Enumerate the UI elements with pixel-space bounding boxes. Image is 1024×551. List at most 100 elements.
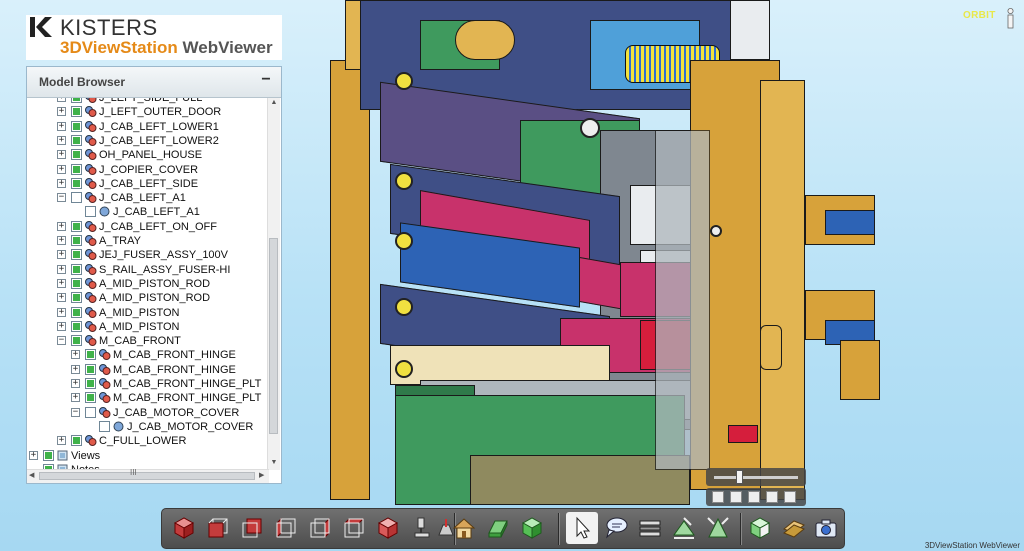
visibility-checkbox[interactable]: [71, 163, 82, 175]
tree-item[interactable]: + M_CAB_FRONT_HINGE: [27, 363, 269, 377]
view-back-button[interactable]: [236, 512, 268, 544]
collapse-node-icon[interactable]: −: [57, 336, 66, 346]
visibility-checkbox[interactable]: [71, 220, 82, 232]
visibility-checkbox[interactable]: [71, 435, 82, 447]
tree-item[interactable]: + M_CAB_FRONT_HINGE_PLT: [27, 377, 269, 391]
visibility-checkbox[interactable]: [71, 249, 82, 261]
expand-node-icon[interactable]: +: [57, 121, 66, 131]
visibility-checkbox[interactable]: [71, 292, 82, 304]
tree-item[interactable]: + A_MID_PISTON_ROD: [27, 291, 269, 305]
tree-item[interactable]: + S_RAIL_ASSY_FUSER-HI: [27, 263, 269, 277]
tree-item[interactable]: + A_TRAY: [27, 234, 269, 248]
zoom-preset-5[interactable]: [784, 491, 796, 503]
visibility-checkbox[interactable]: [71, 120, 82, 132]
tree-item[interactable]: + J_CAB_LEFT_SIDE: [27, 177, 269, 191]
expand-node-icon[interactable]: +: [57, 293, 66, 303]
expand-node-icon[interactable]: +: [57, 307, 66, 317]
zoom-control[interactable]: [706, 468, 806, 508]
view-right-button[interactable]: [304, 512, 336, 544]
expand-node-icon[interactable]: +: [57, 178, 66, 188]
expand-node-icon[interactable]: +: [57, 221, 66, 231]
expand-node-icon[interactable]: +: [57, 164, 66, 174]
expand-node-icon[interactable]: +: [57, 107, 66, 117]
tree-item[interactable]: + C_FULL_LOWER: [27, 434, 269, 448]
home-view-button[interactable]: [448, 512, 480, 544]
visibility-checkbox[interactable]: [71, 149, 82, 161]
render-mode-button[interactable]: [516, 512, 548, 544]
tree-item[interactable]: + M_CAB_FRONT_HINGE: [27, 348, 269, 362]
view-left-button[interactable]: [270, 512, 302, 544]
tree-item[interactable]: + OH_PANEL_HOUSE: [27, 148, 269, 162]
tree-item[interactable]: + M_CAB_FRONT_HINGE_PLT: [27, 391, 269, 405]
snapshot-button[interactable]: [810, 512, 842, 544]
info-icon[interactable]: [1004, 8, 1017, 30]
tree-item[interactable]: + J_CAB_LEFT_ON_OFF: [27, 220, 269, 234]
view-bottom-button[interactable]: [372, 512, 404, 544]
tree-item[interactable]: + J_LEFT_OUTER_DOOR: [27, 105, 269, 119]
vertical-scroll-thumb[interactable]: [269, 238, 278, 434]
explode-button[interactable]: [702, 512, 734, 544]
expand-node-icon[interactable]: +: [57, 436, 66, 446]
section-button[interactable]: [634, 512, 666, 544]
scroll-right-arrow-icon[interactable]: ▶: [259, 471, 264, 479]
expand-node-icon[interactable]: +: [57, 278, 66, 288]
tree-item[interactable]: + JEJ_FUSER_ASSY_100V: [27, 248, 269, 262]
expand-node-icon[interactable]: +: [57, 150, 66, 160]
visibility-checkbox[interactable]: [71, 277, 82, 289]
visibility-checkbox[interactable]: [71, 235, 82, 246]
horizontal-scroll-thumb[interactable]: [39, 472, 255, 480]
tree-item[interactable]: + A_MID_PISTON: [27, 320, 269, 334]
tree-item[interactable]: + J_COPIER_COVER: [27, 163, 269, 177]
visibility-checkbox[interactable]: [85, 349, 96, 361]
scroll-up-arrow-icon[interactable]: ▲: [269, 98, 279, 108]
visibility-checkbox[interactable]: [85, 363, 96, 375]
expand-node-icon[interactable]: +: [71, 364, 80, 374]
visibility-checkbox[interactable]: [71, 335, 82, 347]
visibility-checkbox[interactable]: [71, 320, 82, 332]
visibility-checkbox[interactable]: [43, 449, 54, 461]
scroll-down-arrow-icon[interactable]: ▼: [269, 458, 279, 468]
visibility-checkbox[interactable]: [85, 406, 96, 418]
tree-item[interactable]: + A_MID_PISTON: [27, 306, 269, 320]
tree-item[interactable]: + J_CAB_LEFT_LOWER1: [27, 120, 269, 134]
zoom-slider-track[interactable]: [706, 468, 806, 486]
visibility-checkbox[interactable]: [71, 134, 82, 146]
view-top-button[interactable]: [338, 512, 370, 544]
expand-node-icon[interactable]: +: [71, 393, 80, 403]
wall-thickness-button[interactable]: [744, 512, 776, 544]
tree-item[interactable]: + A_MID_PISTON_ROD: [27, 277, 269, 291]
visibility-checkbox[interactable]: [71, 98, 82, 103]
expand-node-icon[interactable]: +: [57, 264, 66, 274]
tree-item[interactable]: − J_CAB_MOTOR_COVER: [27, 406, 269, 420]
view-front-button[interactable]: [202, 512, 234, 544]
expand-node-icon[interactable]: +: [57, 98, 66, 102]
fit-all-button[interactable]: [482, 512, 514, 544]
expand-node-icon[interactable]: +: [57, 250, 66, 260]
visibility-checkbox[interactable]: [85, 206, 96, 218]
zoom-preset-4[interactable]: [766, 491, 778, 503]
annotation-button[interactable]: [600, 512, 632, 544]
tree-item[interactable]: J_CAB_MOTOR_COVER: [27, 420, 269, 434]
tree-item[interactable]: − M_CAB_FRONT: [27, 334, 269, 348]
expand-node-icon[interactable]: +: [71, 350, 80, 360]
visibility-checkbox[interactable]: [71, 106, 82, 118]
scroll-left-arrow-icon[interactable]: ◀: [29, 471, 34, 479]
expand-node-icon[interactable]: +: [71, 379, 80, 388]
zoom-preset-3[interactable]: [748, 491, 760, 503]
compare-button[interactable]: [778, 512, 810, 544]
visibility-checkbox[interactable]: [85, 392, 96, 404]
measure-button[interactable]: [668, 512, 700, 544]
collapse-panel-button[interactable]: −: [259, 71, 273, 89]
select-button[interactable]: [566, 512, 598, 544]
tree-item[interactable]: + J_CAB_LEFT_LOWER2: [27, 134, 269, 148]
zoom-preset-1[interactable]: [712, 491, 724, 503]
visibility-checkbox[interactable]: [71, 306, 82, 318]
collapse-node-icon[interactable]: −: [57, 193, 66, 203]
expand-node-icon[interactable]: +: [57, 321, 66, 331]
tree-item[interactable]: − J_CAB_LEFT_A1: [27, 191, 269, 205]
visibility-checkbox[interactable]: [71, 177, 82, 189]
expand-node-icon[interactable]: +: [57, 135, 66, 145]
tree-item[interactable]: J_CAB_LEFT_A1: [27, 205, 269, 219]
tree-item[interactable]: + J_LEFT_SIDE_FULL: [27, 98, 269, 105]
visibility-checkbox[interactable]: [85, 378, 96, 389]
